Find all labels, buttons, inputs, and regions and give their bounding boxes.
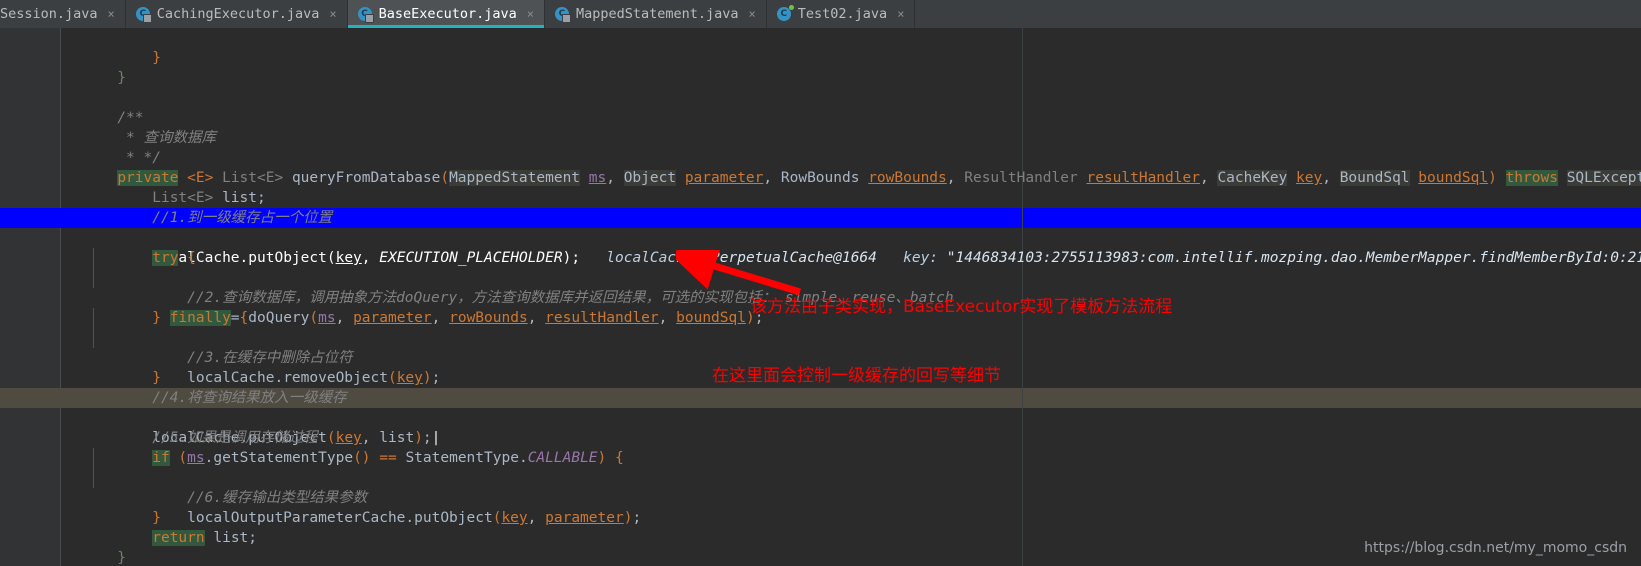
- editor-tab-bar: Session.java × C CachingExecutor.java × …: [0, 0, 1641, 29]
- tab-close-icon[interactable]: ×: [329, 7, 336, 21]
- code-line-doquery[interactable]: list = doQuery(ms, parameter, rowBounds,…: [0, 268, 1641, 326]
- code-line-method-signature[interactable]: private <E> List<E> queryFromDatabase(Ma…: [0, 148, 1641, 186]
- method-name: queryFromDatabase: [291, 170, 441, 186]
- param-name: rowBounds: [868, 170, 947, 186]
- return-type: List<E>: [222, 170, 284, 186]
- keyword-if: if: [152, 450, 170, 466]
- tab-close-icon[interactable]: ×: [527, 7, 534, 21]
- arg-key: key: [335, 250, 362, 266]
- var-list: list: [213, 530, 249, 546]
- param-name: key: [1296, 170, 1323, 186]
- param-type: BoundSql: [1339, 170, 1410, 186]
- field-localcache: localCache: [187, 370, 275, 386]
- code-line[interactable]: * 查询数据库: [0, 108, 1641, 146]
- arg-key: key: [335, 430, 362, 446]
- method-putobject: putObject: [248, 250, 327, 266]
- tab-close-icon[interactable]: ×: [108, 7, 115, 21]
- local-var-name: list: [222, 190, 257, 206]
- debug-value-key: "1446834103:2755113983:com.intellif.mozp…: [946, 250, 1641, 266]
- java-class-icon: C: [357, 6, 374, 23]
- param-name: boundSql: [1418, 170, 1489, 186]
- param-type: MappedStatement: [449, 170, 581, 186]
- comment-1: //1.到一级缓存占一个位置: [152, 210, 333, 226]
- arg-list: list: [379, 430, 415, 446]
- code-line[interactable]: try {: [0, 228, 1641, 266]
- code-line[interactable]: localCache.removeObject(key);: [0, 328, 1641, 386]
- java-class-icon: C: [554, 6, 571, 23]
- param-name: ms: [588, 170, 607, 186]
- keyword-finally: finally: [169, 310, 231, 326]
- code-line[interactable]: }: [0, 28, 1641, 66]
- tab-close-icon[interactable]: ×: [897, 7, 904, 21]
- param-name: parameter: [684, 170, 764, 186]
- comment-5: //5.如果是调用存储过程: [152, 430, 318, 446]
- keyword-throws: throws: [1505, 170, 1558, 186]
- arg-resulthandler: resultHandler: [545, 310, 659, 326]
- keyword-private: private: [117, 170, 179, 186]
- arg-key: key: [501, 510, 528, 526]
- code-line[interactable]: //5.如果是调用存储过程: [0, 408, 1641, 446]
- keyword-return: return: [152, 530, 205, 546]
- code-line[interactable]: }: [0, 48, 1641, 86]
- comment-4: //4.将查询结果放入一级缓存: [152, 390, 347, 406]
- code-line[interactable]: * */: [0, 128, 1641, 166]
- annotation-localcache-write: 在这里面会控制一级缓存的回写等细节: [712, 366, 1001, 386]
- arg-parameter: parameter: [545, 510, 624, 526]
- tab-label: CachingExecutor.java: [156, 6, 320, 22]
- debug-label-key: key:: [903, 250, 939, 266]
- method-putobject: putObject: [414, 510, 493, 526]
- param-type: ResultHandler: [964, 170, 1078, 186]
- tab-label: Session.java: [0, 6, 98, 22]
- tab-session-java[interactable]: Session.java ×: [0, 0, 126, 28]
- indent-guide: [93, 328, 94, 348]
- java-class-icon: C: [135, 6, 152, 23]
- annotation-arrow-icon: [676, 250, 802, 296]
- method-getstatementtype: getStatementType: [213, 450, 354, 466]
- comment-3: //3.在缓存中删除占位符: [187, 350, 353, 366]
- tab-label: Test02.java: [797, 6, 888, 22]
- code-editor[interactable]: } } /** * 查询数据库 * */ private <E> List<E>…: [0, 28, 1641, 566]
- arg-rowbounds: rowBounds: [449, 310, 528, 326]
- arg-parameter: parameter: [353, 310, 432, 326]
- indent-guide: [93, 468, 94, 488]
- keyword-try: try: [152, 250, 179, 266]
- code-line[interactable]: /**: [0, 88, 1641, 126]
- tab-label: BaseExecutor.java: [378, 6, 517, 22]
- tab-close-icon[interactable]: ×: [749, 7, 756, 21]
- javadoc-open: /**: [117, 110, 144, 126]
- comment-6: //6.缓存输出类型结果参数: [187, 490, 368, 506]
- const-callable: CALLABLE: [527, 450, 598, 466]
- param-name: resultHandler: [1086, 170, 1200, 186]
- arg-key: key: [396, 370, 423, 386]
- code-line[interactable]: [0, 68, 1641, 88]
- tab-mappedstatement-java[interactable]: C MappedStatement.java ×: [544, 0, 767, 28]
- type-statementtype: StatementType: [405, 450, 519, 466]
- local-var-type: List<E>: [152, 190, 214, 206]
- param-type: CacheKey: [1217, 170, 1288, 186]
- tab-test02-java[interactable]: C Test02.java ×: [766, 0, 916, 28]
- tab-cachingexecutor-java[interactable]: C CachingExecutor.java ×: [125, 0, 348, 28]
- java-class-modified-icon: C: [776, 4, 794, 22]
- method-doquery: doQuery: [248, 310, 310, 326]
- param-type: RowBounds: [780, 170, 860, 186]
- annotation-doquery: 该方法由子类实现，BaseExecutor实现了模板方法流程: [750, 297, 1173, 317]
- field-localoutputparametercache: localOutputParameterCache: [187, 510, 406, 526]
- method-removeobject: removeObject: [283, 370, 388, 386]
- javadoc-close: * */: [126, 150, 161, 166]
- exception-type: SQLException: [1566, 170, 1641, 186]
- code-line[interactable]: localOutputParameterCache.putObject(key,…: [0, 468, 1641, 526]
- indent-guide: [93, 268, 94, 288]
- generic-type: <E>: [187, 170, 214, 186]
- watermark-url: https://blog.csdn.net/my_momo_csdn: [1364, 540, 1627, 556]
- tab-label: MappedStatement.java: [575, 6, 739, 22]
- const-execution-placeholder: EXECUTION_PLACEHOLDER: [379, 250, 563, 266]
- arg-ms: ms: [318, 310, 336, 326]
- param-type: Object: [623, 170, 677, 186]
- javadoc-text: * 查询数据库: [126, 130, 217, 146]
- tab-baseexecutor-java[interactable]: C BaseExecutor.java ×: [347, 0, 545, 28]
- arg-boundsql: boundSql: [676, 310, 746, 326]
- arg-ms: ms: [187, 450, 205, 466]
